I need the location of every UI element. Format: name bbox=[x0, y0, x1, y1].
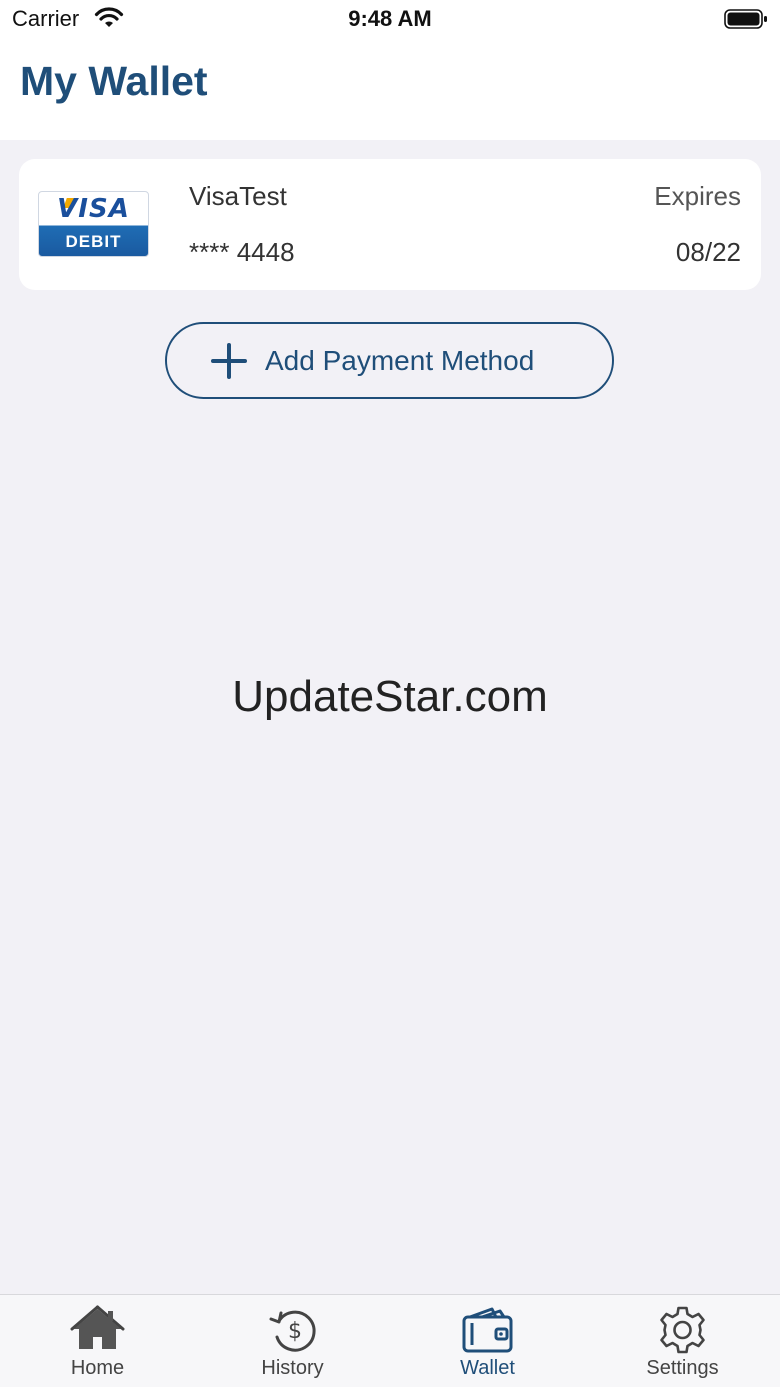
watermark: UpdateStar.com bbox=[232, 672, 548, 721]
history-dollar-icon: $ bbox=[269, 1310, 316, 1352]
tab-bar: Home $ History Wallet Settings bbox=[0, 1294, 780, 1387]
tab-home-label: Home bbox=[70, 1357, 125, 1379]
header: My Wallet bbox=[0, 40, 780, 140]
status-time: 9:48 AM bbox=[348, 6, 432, 31]
tab-history-label: History bbox=[261, 1357, 324, 1379]
visa-debit-logo: VISA DEBIT bbox=[38, 191, 149, 257]
add-payment-method-label: Add Payment Method bbox=[265, 345, 535, 376]
gear-icon bbox=[660, 1306, 705, 1354]
card-masked-number: **** 4448 bbox=[189, 237, 295, 267]
page-title: My Wallet bbox=[20, 58, 208, 104]
battery-icon bbox=[724, 9, 767, 29]
card-logo-brand: VISA bbox=[57, 194, 130, 224]
tab-wallet-label: Wallet bbox=[460, 1357, 515, 1379]
status-bar: Carrier 9:48 AM bbox=[0, 0, 780, 40]
tab-settings[interactable]: Settings bbox=[585, 1295, 780, 1387]
payment-card[interactable]: VISA DEBIT VisaTest **** 4448 Expires 08… bbox=[19, 159, 761, 290]
plus-icon bbox=[211, 343, 247, 379]
card-expires-label: Expires bbox=[654, 181, 741, 211]
wallet-icon bbox=[462, 1307, 513, 1353]
card-expiry: 08/22 bbox=[675, 237, 741, 267]
tab-settings-label: Settings bbox=[646, 1357, 719, 1379]
card-logo-type: DEBIT bbox=[65, 232, 122, 251]
tab-home[interactable]: Home bbox=[0, 1295, 195, 1387]
card-name: VisaTest bbox=[189, 181, 287, 211]
tab-history[interactable]: $ History bbox=[195, 1295, 390, 1387]
svg-text:$: $ bbox=[288, 1319, 302, 1344]
house-icon bbox=[70, 1305, 125, 1349]
add-payment-method-button[interactable]: Add Payment Method bbox=[165, 322, 614, 399]
tab-wallet[interactable]: Wallet bbox=[390, 1295, 585, 1387]
